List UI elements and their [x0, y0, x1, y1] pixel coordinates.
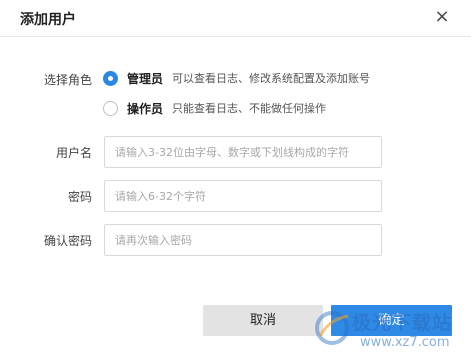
username-input[interactable] — [104, 136, 382, 168]
password-label: 密码 — [67, 190, 92, 204]
radio-checked-icon[interactable] — [103, 70, 118, 86]
username-label: 用户名 — [55, 146, 92, 160]
add-user-dialog: 添加用户 × 选择角色 管理员 可以查看日志、修改系统配置及添加账号 操作员 只… — [0, 0, 471, 361]
close-icon[interactable]: × — [432, 7, 452, 27]
role-option-desc: 只能查看日志、不能做任何操作 — [172, 102, 327, 115]
role-option-operator[interactable]: 操作员 只能查看日志、不能做任何操作 — [103, 99, 326, 117]
dialog-header: 添加用户 × — [0, 0, 471, 37]
password-input[interactable] — [104, 180, 382, 212]
watermark-url: www.xz7.com — [360, 335, 450, 350]
role-label: 选择角色 — [43, 73, 92, 87]
radio-unchecked-icon[interactable] — [103, 100, 118, 116]
cancel-button[interactable]: 取消 — [203, 305, 323, 336]
role-option-name: 管理员 — [127, 71, 164, 86]
confirm-password-input[interactable] — [104, 224, 382, 256]
role-option-name: 操作员 — [127, 101, 164, 116]
role-option-admin[interactable]: 管理员 可以查看日志、修改系统配置及添加账号 — [103, 69, 370, 87]
dialog-title: 添加用户 — [20, 12, 76, 28]
confirm-password-label: 确认密码 — [43, 234, 92, 248]
role-option-desc: 可以查看日志、修改系统配置及添加账号 — [172, 72, 371, 85]
confirm-button[interactable]: 确定 — [331, 305, 452, 336]
